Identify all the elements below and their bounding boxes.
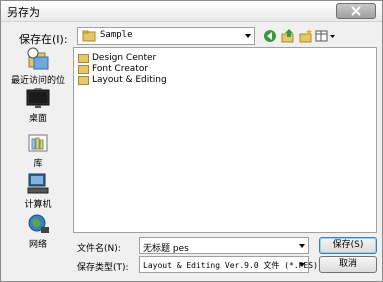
file-list[interactable]: Design Center Font Creator Layout & Edit… <box>73 47 377 233</box>
place-desktop[interactable]: 桌面 <box>7 89 69 124</box>
place-label: 桌面 <box>28 114 47 124</box>
list-item[interactable]: Design Center <box>78 52 156 63</box>
filename-label: 文件名(N): <box>77 244 121 254</box>
close-button[interactable] <box>336 3 376 19</box>
chevron-down-icon[interactable] <box>245 34 251 38</box>
folder-icon <box>78 64 89 74</box>
place-network[interactable]: 网络 <box>7 213 69 250</box>
views-menu-icon[interactable] <box>315 28 337 44</box>
place-label: 计算机 <box>24 200 52 210</box>
save-as-dialog: 另存为 保存在(I): Sample 最近访问的位 桌面 库 计算机 网络 De… <box>0 0 383 282</box>
new-folder-icon[interactable] <box>298 28 314 44</box>
back-icon[interactable] <box>262 28 278 44</box>
filetype-dropdown[interactable]: Layout & Editing Ver.9.0 文件 (*.PES) <box>139 256 318 273</box>
save-in-value: Sample <box>100 30 133 40</box>
desktop-icon <box>26 89 50 108</box>
place-label: 库 <box>33 159 43 169</box>
cancel-button[interactable]: 取消 <box>319 256 377 273</box>
file-name: Design Center <box>92 52 157 63</box>
place-computer[interactable]: 计算机 <box>7 173 69 210</box>
folder-icon <box>78 75 89 85</box>
save-in-label: 保存在(I): <box>19 33 68 46</box>
computer-icon <box>27 173 49 194</box>
chevron-down-icon[interactable] <box>299 263 305 267</box>
filetype-value: Layout & Editing Ver.9.0 文件 (*.PES) <box>143 261 318 270</box>
folder-icon <box>78 53 89 63</box>
up-folder-icon[interactable] <box>280 28 296 44</box>
filename-value: 无标题 pes <box>143 244 189 254</box>
file-name: Font Creator <box>92 63 149 74</box>
close-icon <box>351 6 361 16</box>
filename-input[interactable]: 无标题 pes <box>139 237 309 254</box>
recent-places-icon <box>27 47 49 70</box>
list-item[interactable]: Font Creator <box>78 63 148 74</box>
chevron-down-icon[interactable] <box>299 244 305 248</box>
title-bar[interactable]: 另存为 <box>1 1 382 22</box>
place-libraries[interactable]: 库 <box>7 132 69 169</box>
libraries-icon <box>28 134 48 152</box>
folder-icon <box>82 30 96 42</box>
save-in-dropdown[interactable]: Sample <box>77 27 255 45</box>
filetype-label: 保存类型(T): <box>77 263 129 273</box>
list-item[interactable]: Layout & Editing <box>78 74 167 85</box>
window-title: 另存为 <box>7 6 40 19</box>
place-label: 网络 <box>28 240 47 250</box>
network-icon <box>28 214 49 233</box>
file-name: Layout & Editing <box>92 74 167 85</box>
save-button[interactable]: 保存(S) <box>319 237 377 254</box>
